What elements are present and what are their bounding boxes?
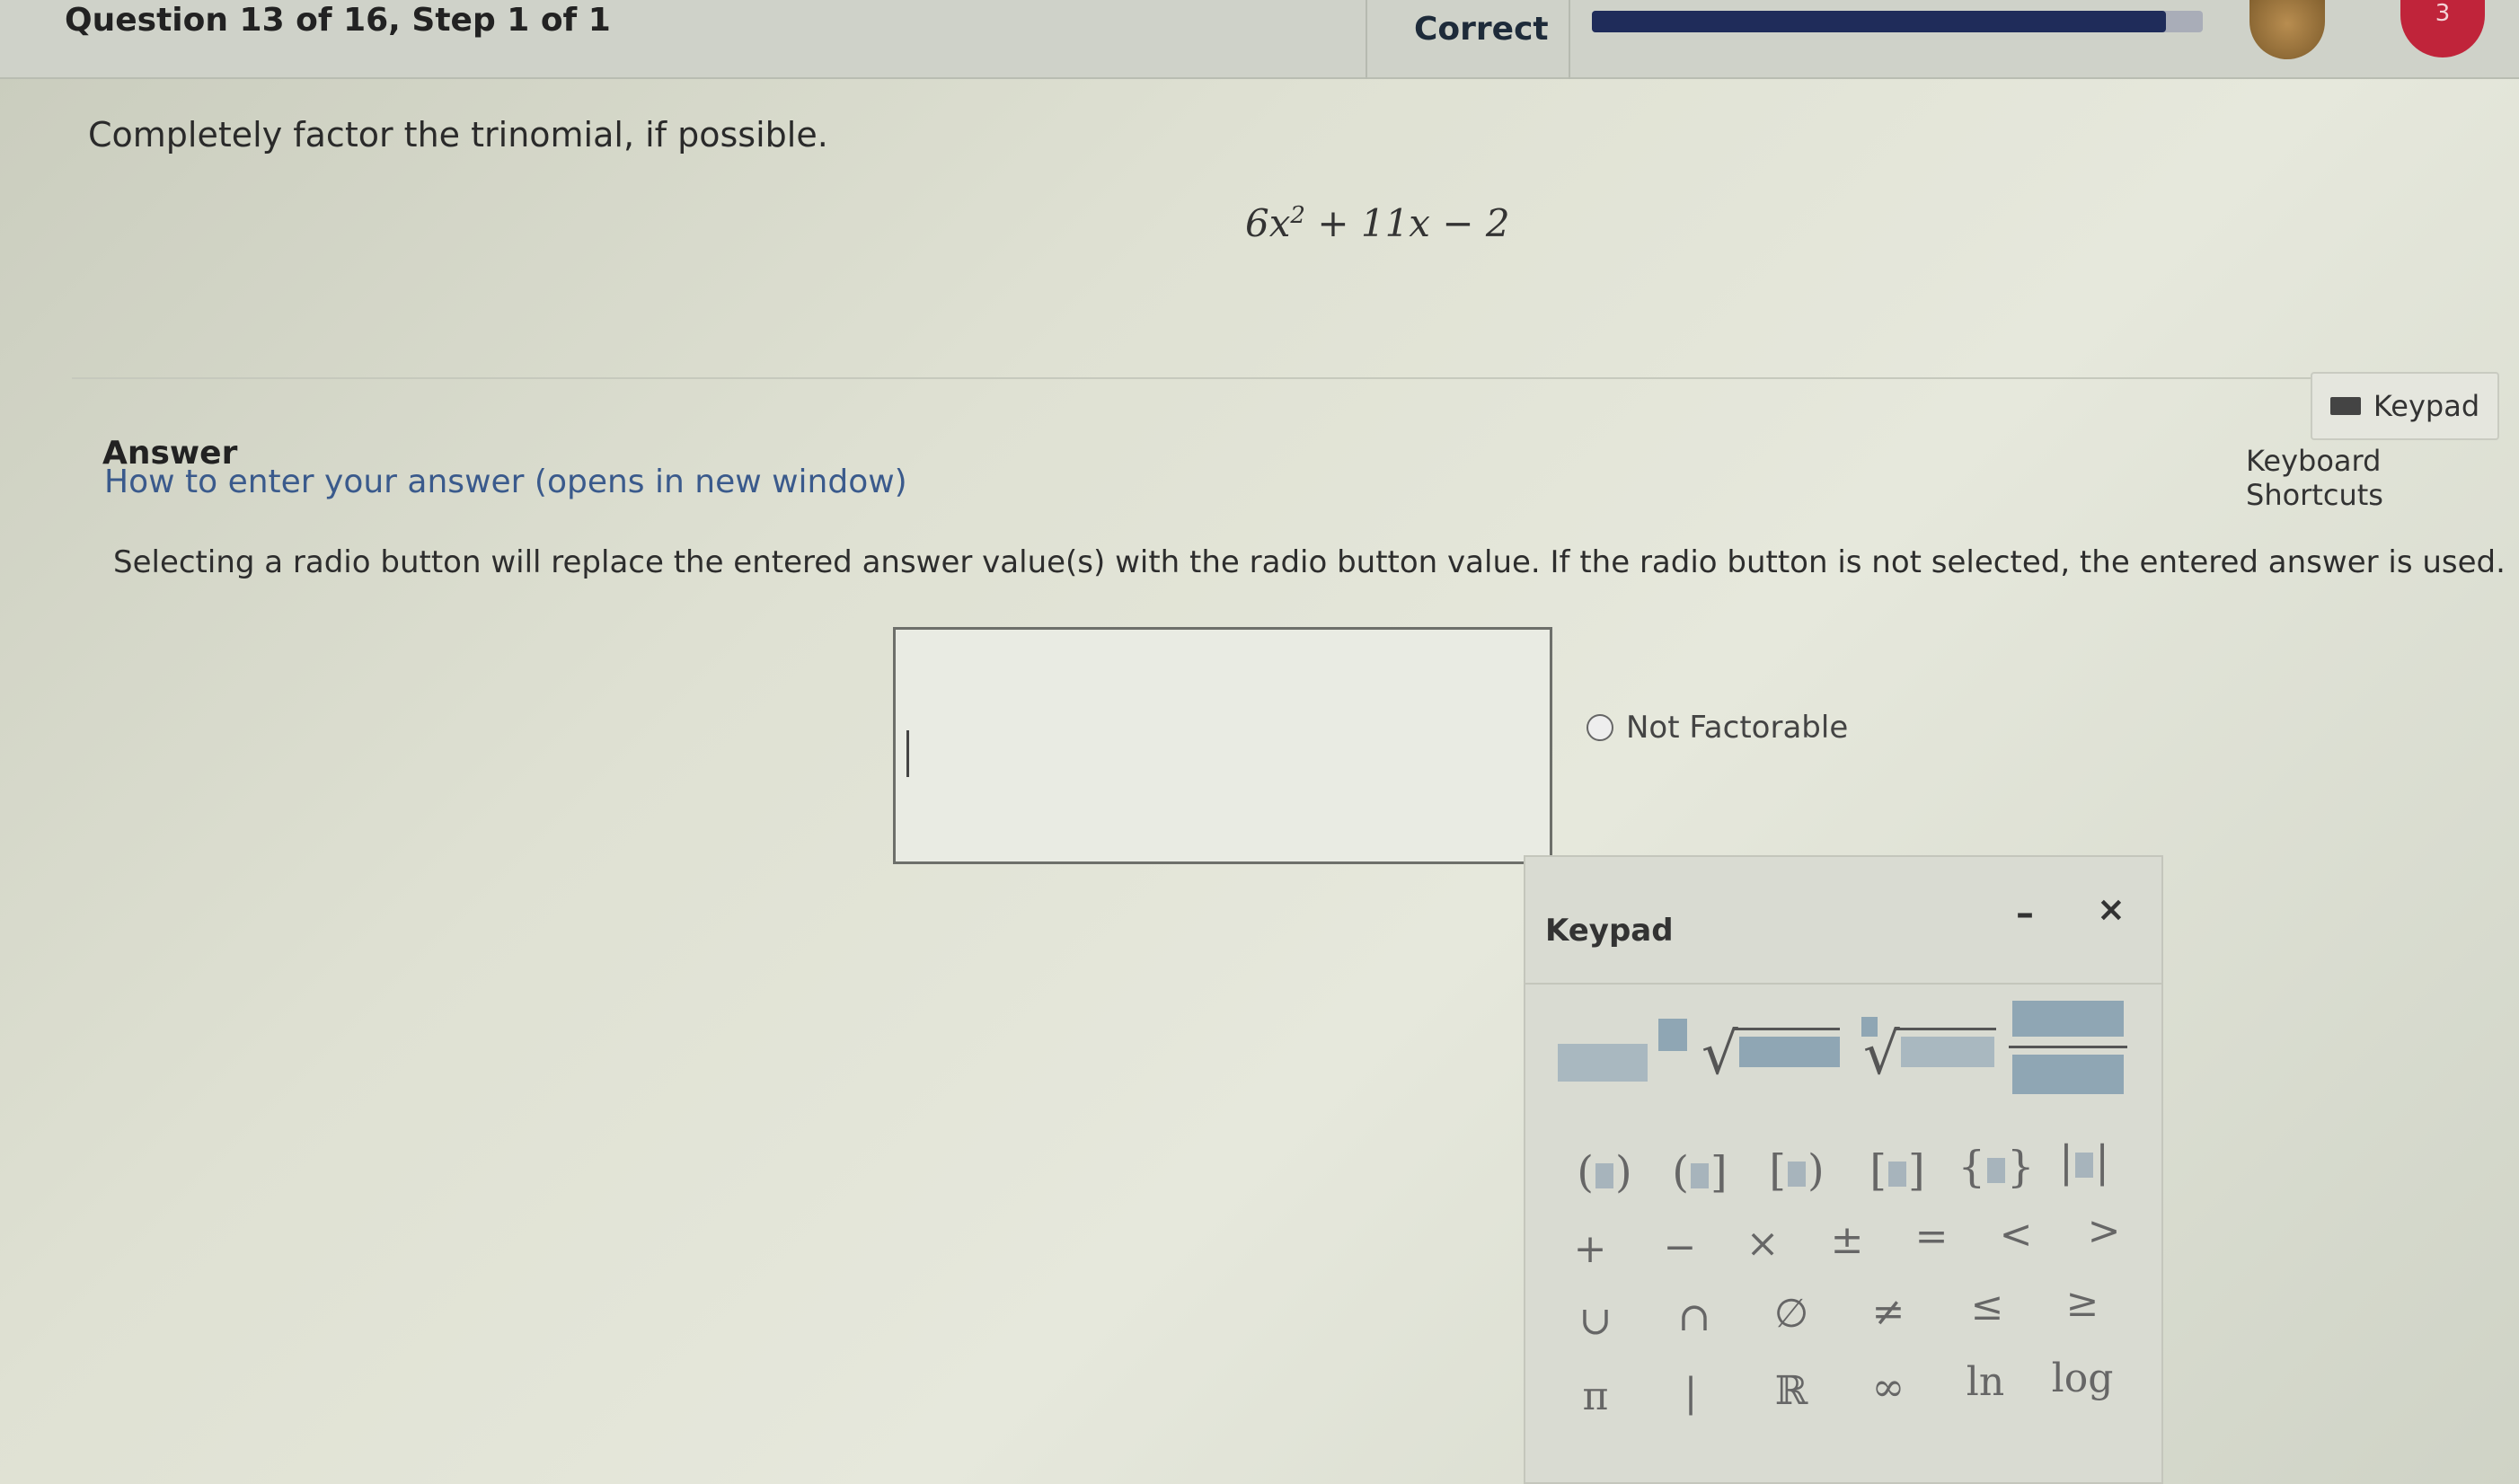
half-open-right-key[interactable]: [) (1754, 1139, 1840, 1202)
keyboard-shortcuts-link[interactable]: Keyboard Shortcuts (2246, 444, 2519, 512)
hearts-count: 3 (2435, 0, 2451, 27)
question-prompt: Completely factor the trinomial, if poss… (88, 115, 828, 155)
radical-bar-icon (1734, 1028, 1840, 1030)
keyboard-icon (2329, 397, 2361, 415)
denominator-slot-icon (2012, 1055, 2124, 1094)
real-numbers-key[interactable]: ℝ (1748, 1360, 1834, 1423)
greater-equal-key[interactable]: ≥ (2039, 1272, 2126, 1335)
base-slot-icon (1558, 1044, 1648, 1082)
close-button[interactable]: × (2097, 889, 2126, 929)
expression-exponent: 2 (1290, 202, 1305, 229)
less-equal-key[interactable]: ≤ (1944, 1276, 2030, 1338)
greater-than-key[interactable]: > (2061, 1200, 2147, 1263)
radical-icon: √ (1863, 1021, 1900, 1088)
times-key[interactable]: × (1719, 1213, 1806, 1276)
keypad-button-label: Keypad (2373, 389, 2480, 423)
radicand-slot-icon (1739, 1037, 1840, 1067)
radical-bar-icon (1896, 1028, 1996, 1030)
keypad-title: Keypad (1545, 913, 1674, 949)
half-open-left-key[interactable]: (] (1657, 1141, 1743, 1204)
radicand-slot-icon (1901, 1037, 1994, 1067)
union-key[interactable]: ∪ (1552, 1290, 1639, 1353)
fraction-key[interactable] (2009, 1001, 2129, 1100)
square-root-key[interactable]: √ (1701, 1017, 1845, 1089)
status-label: Correct (1414, 11, 1549, 48)
open-interval-key[interactable]: () (1561, 1141, 1648, 1204)
not-equal-key[interactable]: ≠ (1845, 1281, 1931, 1344)
pi-key[interactable]: π (1552, 1365, 1639, 1428)
keypad-divider (1525, 983, 2161, 985)
closed-interval-key[interactable]: [] (1854, 1139, 1940, 1202)
log-key[interactable]: log (2039, 1347, 2126, 1410)
set-braces-key[interactable]: {} (1953, 1135, 2039, 1198)
keypad-panel: Keypad – × √ √ () (] [) [] {} | | + − × ±… (1524, 855, 2163, 1484)
radio-button[interactable] (1587, 714, 1613, 741)
badge-icon[interactable] (2249, 0, 2325, 59)
expression-rest: + 11x − 2 (1304, 201, 1510, 245)
answer-input[interactable] (893, 627, 1552, 864)
infinity-key[interactable]: ∞ (1845, 1356, 1931, 1419)
minimize-button[interactable]: – (2016, 893, 2034, 934)
radio-instructions: Selecting a radio button will replace th… (113, 544, 2506, 580)
text-caret (906, 730, 909, 777)
nth-root-key[interactable]: √ (1861, 1017, 2005, 1089)
how-to-enter-link[interactable]: How to enter your answer (opens in new w… (104, 464, 907, 500)
progress-bar (1592, 11, 2203, 32)
less-than-key[interactable]: < (1973, 1204, 2059, 1267)
ln-key[interactable]: ln (1942, 1351, 2028, 1414)
section-divider (72, 377, 2497, 379)
not-factorable-option[interactable]: Not Factorable (1587, 710, 1848, 746)
radical-icon: √ (1701, 1021, 1738, 1088)
question-progress: Question 13 of 16, Step 1 of 1 (65, 2, 611, 39)
numerator-slot-icon (2012, 1001, 2124, 1037)
radio-label: Not Factorable (1626, 710, 1849, 746)
absolute-value-key[interactable]: | | (2041, 1130, 2127, 1193)
fraction-bar-icon (2009, 1046, 2127, 1048)
intersection-key[interactable]: ∩ (1651, 1286, 1737, 1349)
empty-set-key[interactable]: ∅ (1748, 1283, 1834, 1346)
header-divider (1366, 0, 1367, 79)
top-bar: Question 13 of 16, Step 1 of 1 Correct 3 (0, 0, 2519, 79)
math-expression: 6x2 + 11x − 2 (1245, 201, 1510, 245)
minus-key[interactable]: − (1637, 1216, 1723, 1279)
keypad-toggle-button[interactable]: Keypad (2311, 372, 2499, 440)
progress-fill (1592, 11, 2167, 32)
exponent-slot-icon (1658, 1019, 1687, 1051)
hearts-badge: 3 (2400, 0, 2485, 57)
plus-minus-key[interactable]: ± (1804, 1209, 1890, 1272)
plus-key[interactable]: + (1547, 1218, 1633, 1281)
exponent-key[interactable] (1558, 1019, 1687, 1091)
vertical-bar-key[interactable]: | (1648, 1362, 1734, 1425)
expression-lead: 6x (1245, 201, 1291, 245)
equals-key[interactable]: = (1888, 1206, 1975, 1268)
header-divider (1569, 0, 1570, 79)
